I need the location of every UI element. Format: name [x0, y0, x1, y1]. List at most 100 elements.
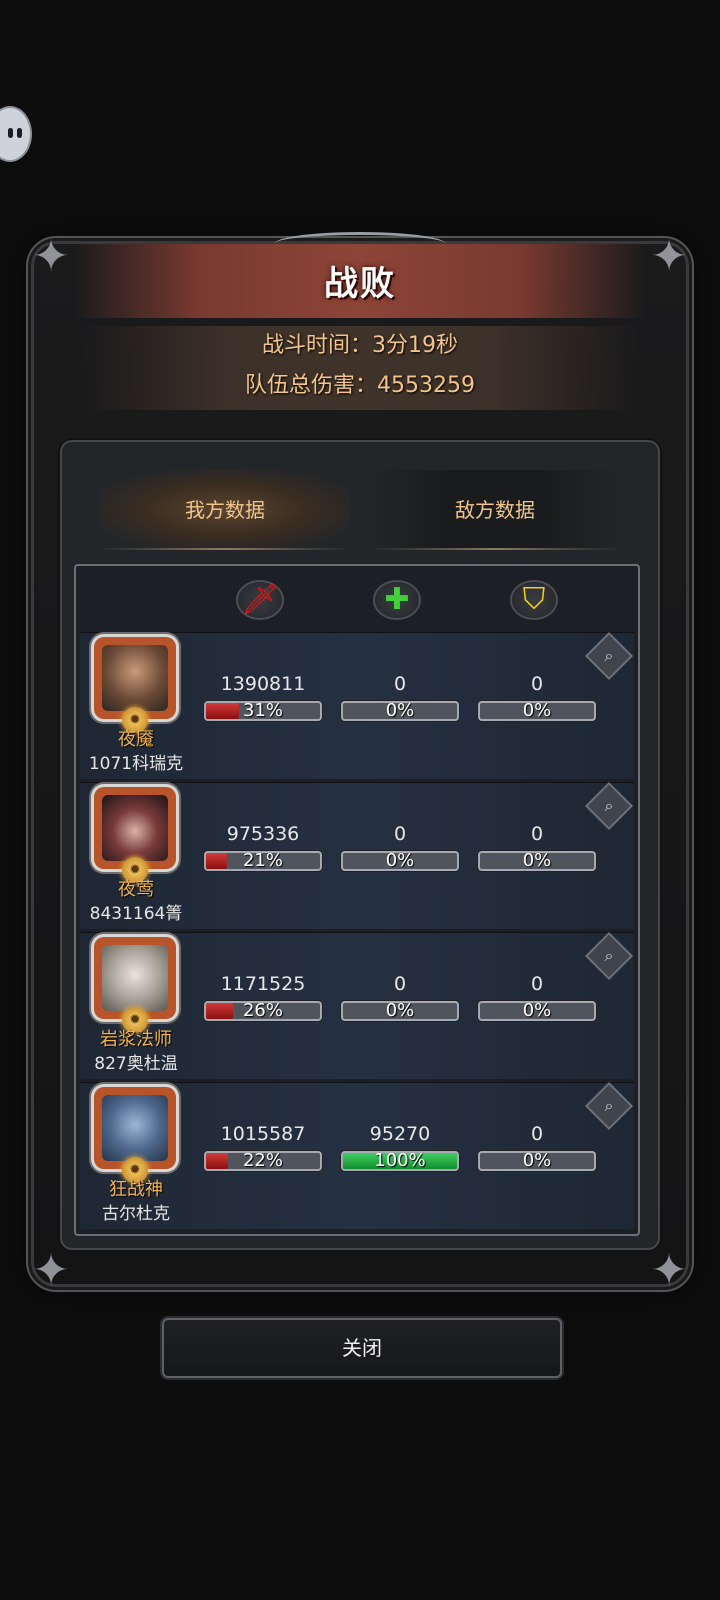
- heal-stat: 0 0%: [341, 671, 459, 721]
- hero-face: [102, 945, 168, 1011]
- defense-bar: 0%: [478, 701, 596, 721]
- magnifier-icon: ⌕: [604, 796, 614, 815]
- defense-value: 0: [530, 823, 544, 845]
- damage-bar: 31%: [204, 701, 322, 721]
- hero-name: 狂战神: [109, 1179, 163, 1200]
- bubble-eye: [8, 128, 13, 138]
- hero-portrait[interactable]: ✹: [94, 937, 176, 1033]
- damage-percent: 31%: [242, 701, 283, 721]
- player-name: 827奥杜温: [94, 1054, 178, 1074]
- damage-percent: 26%: [242, 1001, 283, 1021]
- tab-enemy-data-label: 敌方数据: [455, 498, 535, 522]
- hero-name: 夜魇: [118, 729, 154, 750]
- stats-table: 🗡 ✚ ⛉ ✹ 夜魇 1071科瑞克 1390811 31% 0 0% 0 0%…: [74, 564, 640, 1236]
- heal-cross-icon: ✚: [384, 582, 410, 617]
- player-name: 8431164箐: [89, 904, 183, 924]
- magnifier-icon: ⌕: [604, 946, 614, 965]
- heal-bar: 0%: [341, 1001, 459, 1021]
- hero-face: [102, 795, 168, 861]
- hero-portrait[interactable]: ✹: [94, 787, 176, 883]
- total-damage: 队伍总伤害：4553259: [245, 373, 475, 398]
- chat-bubble-icon[interactable]: [0, 106, 32, 162]
- close-button[interactable]: 关闭: [162, 1318, 562, 1378]
- defense-percent: 0%: [522, 1001, 552, 1021]
- heal-bar: 100%: [341, 1151, 459, 1171]
- damage-value: 1171525: [220, 973, 306, 995]
- damage-percent: 22%: [242, 1151, 283, 1171]
- banner-crown-ornament: [275, 232, 445, 255]
- battle-result-panel: ✦ ✦ ✦ ✦ 战败 战斗时间：3分19秒 队伍总伤害：4553259 我方数据…: [33, 231, 688, 1296]
- defense-bar: 0%: [478, 851, 596, 871]
- defense-bar: 0%: [478, 1151, 596, 1171]
- defense-column-header: ⛉: [504, 576, 564, 626]
- sword-icon: 🗡: [240, 582, 280, 617]
- tab-underline: [100, 548, 350, 550]
- hero-portrait[interactable]: ✹: [94, 1087, 176, 1183]
- hero-row: ✹ 岩浆法师 827奥杜温 1171525 26% 0 0% 0 0% ⌕: [80, 932, 634, 1079]
- damage-bar: 21%: [204, 851, 322, 871]
- damage-column-header: 🗡: [230, 576, 290, 626]
- hero-row: ✹ 夜莺 8431164箐 975336 21% 0 0% 0 0% ⌕: [80, 782, 634, 929]
- shield-icon: ⛉: [522, 582, 546, 617]
- heal-bar: 0%: [341, 851, 459, 871]
- heal-stat: 0 0%: [341, 821, 459, 871]
- tab-underline: [370, 548, 620, 550]
- heal-percent: 0%: [385, 701, 415, 721]
- defense-stat: 0 0%: [478, 1121, 596, 1171]
- battle-time: 战斗时间：3分19秒: [262, 333, 458, 358]
- heal-value: 0: [393, 973, 407, 995]
- damage-stat: 1390811 31%: [204, 671, 322, 721]
- heal-bar: 0%: [341, 701, 459, 721]
- defense-stat: 0 0%: [478, 821, 596, 871]
- defense-percent: 0%: [522, 701, 552, 721]
- hero-portrait[interactable]: ✹: [94, 637, 176, 733]
- heal-stat: 0 0%: [341, 971, 459, 1021]
- hero-name: 岩浆法师: [100, 1029, 172, 1050]
- damage-value: 975336: [226, 823, 300, 845]
- heal-percent: 0%: [385, 851, 415, 871]
- damage-stat: 1015587 22%: [204, 1121, 322, 1171]
- defense-stat: 0 0%: [478, 671, 596, 721]
- tab-our-data[interactable]: 我方数据: [100, 470, 350, 550]
- magnifier-icon: ⌕: [604, 1096, 614, 1115]
- damage-bar: 26%: [204, 1001, 322, 1021]
- defense-value: 0: [530, 1123, 544, 1145]
- heal-percent: 0%: [385, 1001, 415, 1021]
- data-tabs: 我方数据 敌方数据: [100, 470, 640, 550]
- defense-percent: 0%: [522, 1151, 552, 1171]
- detail-button[interactable]: ⌕: [587, 784, 631, 828]
- detail-button[interactable]: ⌕: [587, 934, 631, 978]
- result-title: 战败: [324, 264, 396, 304]
- hero-row: ✹ 夜魇 1071科瑞克 1390811 31% 0 0% 0 0% ⌕: [80, 632, 634, 779]
- bubble-eye: [17, 128, 22, 138]
- damage-percent: 21%: [242, 851, 283, 871]
- heal-column-header: ✚: [367, 576, 427, 626]
- heal-value: 0: [393, 823, 407, 845]
- hero-row: ✹ 狂战神 古尔杜克 1015587 22% 95270 100% 0 0% ⌕: [80, 1082, 634, 1229]
- heal-stat: 95270 100%: [341, 1121, 459, 1171]
- damage-stat: 1171525 26%: [204, 971, 322, 1021]
- damage-value: 1015587: [220, 1123, 306, 1145]
- detail-button[interactable]: ⌕: [587, 634, 631, 678]
- detail-button[interactable]: ⌕: [587, 1084, 631, 1128]
- heal-value: 95270: [369, 1123, 431, 1145]
- defense-percent: 0%: [522, 851, 552, 871]
- defense-value: 0: [530, 673, 544, 695]
- player-name: 古尔杜克: [102, 1204, 170, 1224]
- defense-stat: 0 0%: [478, 971, 596, 1021]
- heal-percent: 100%: [374, 1151, 426, 1171]
- damage-value: 1390811: [220, 673, 306, 695]
- heal-value: 0: [393, 673, 407, 695]
- defense-bar: 0%: [478, 1001, 596, 1021]
- damage-stat: 975336 21%: [204, 821, 322, 871]
- title-banner: 战败: [74, 232, 646, 318]
- hero-name: 夜莺: [118, 879, 154, 900]
- player-name: 1071科瑞克: [88, 754, 184, 774]
- tab-enemy-data[interactable]: 敌方数据: [370, 470, 620, 550]
- hero-face: [102, 1095, 168, 1161]
- battle-summary: 战斗时间：3分19秒 队伍总伤害：4553259: [84, 326, 636, 410]
- stats-container: 我方数据 敌方数据 🗡 ✚ ⛉ ✹ 夜魇 1071科瑞克 1390811 31%…: [60, 440, 660, 1250]
- magnifier-icon: ⌕: [604, 646, 614, 665]
- tab-our-data-label: 我方数据: [185, 498, 265, 522]
- hero-face: [102, 645, 168, 711]
